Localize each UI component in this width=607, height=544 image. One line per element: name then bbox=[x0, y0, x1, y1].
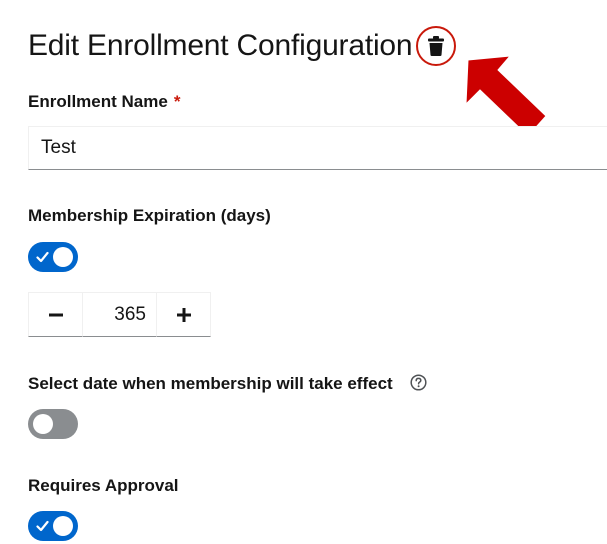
check-icon bbox=[36, 520, 49, 532]
toggle-knob bbox=[33, 414, 53, 434]
title-row: Edit Enrollment Configuration bbox=[28, 26, 457, 66]
expiration-days-input[interactable] bbox=[83, 292, 156, 337]
increment-button[interactable] bbox=[156, 292, 211, 337]
enrollment-name-input[interactable] bbox=[28, 126, 607, 170]
minus-icon bbox=[48, 313, 63, 316]
enrollment-name-label-text: Enrollment Name bbox=[28, 92, 168, 111]
decrement-button[interactable] bbox=[28, 292, 83, 337]
effective-date-toggle[interactable] bbox=[28, 409, 78, 439]
requires-approval-label: Requires Approval bbox=[28, 476, 179, 495]
edit-enrollment-page: Edit Enrollment Configuration Enrollment… bbox=[0, 0, 607, 544]
membership-expiration-toggle[interactable] bbox=[28, 242, 78, 272]
delete-button[interactable] bbox=[416, 26, 457, 66]
required-indicator: * bbox=[173, 92, 181, 111]
effective-date-label: Select date when membership will take ef… bbox=[28, 374, 393, 393]
plus-icon bbox=[176, 307, 191, 322]
question-circle-icon[interactable] bbox=[410, 374, 427, 391]
enrollment-name-label: Enrollment Name * bbox=[28, 92, 180, 112]
requires-approval-toggle[interactable] bbox=[28, 511, 78, 541]
expiration-days-stepper bbox=[28, 292, 211, 337]
trash-icon bbox=[428, 36, 445, 56]
toggle-knob bbox=[53, 516, 73, 536]
check-icon bbox=[36, 251, 49, 263]
toggle-knob bbox=[53, 247, 73, 267]
membership-expiration-label: Membership Expiration (days) bbox=[28, 206, 271, 225]
page-title: Edit Enrollment Configuration bbox=[28, 29, 413, 62]
